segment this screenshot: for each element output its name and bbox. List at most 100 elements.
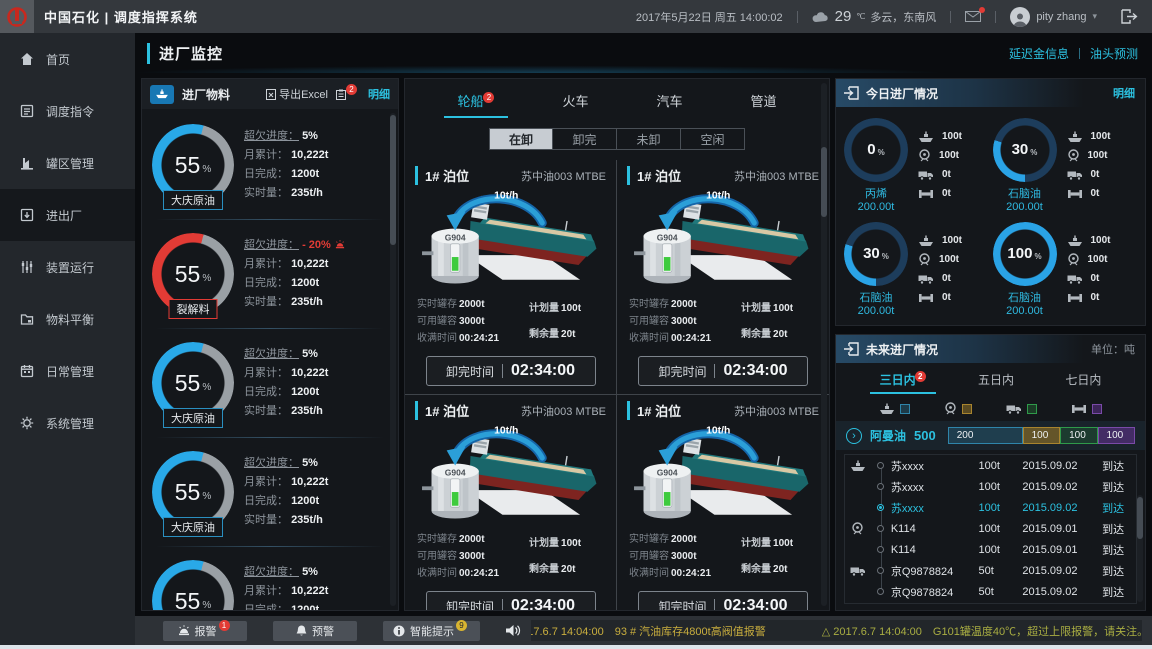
export-excel-label: 导出Excel — [279, 86, 328, 102]
arrival-row[interactable]: 京Q9878824 50t 2015.09.02 到达 — [845, 581, 1136, 602]
sidebar-item-system[interactable]: 系统管理 — [0, 397, 135, 449]
tab-3days-badge: 2 — [915, 371, 926, 382]
material-progress-gauge: 55% 大庆原油 — [152, 560, 234, 610]
day-value: 1200t — [291, 495, 319, 507]
alarm-button[interactable]: 报警 1 — [163, 621, 247, 641]
report-button[interactable]: 2 — [336, 89, 360, 100]
oil-head-forecast-link[interactable]: 油头预测 — [1090, 45, 1138, 62]
today-detail-link[interactable]: 明细 — [1113, 85, 1135, 101]
material-item[interactable]: 55% 大庆原油 超欠进度： 5% 月累计： 10,222t 日完成： 1200… — [152, 331, 388, 435]
sidebar-item-balance[interactable]: 物料平衡 — [0, 293, 135, 345]
tab-7days[interactable]: 七日内 — [1065, 371, 1101, 394]
materials-tools: 导出Excel 2 明细 — [266, 86, 390, 102]
gauge-transport-stats: 100t 100t 0t 0t — [1067, 127, 1111, 203]
tab-3days[interactable]: 三日内2 — [880, 371, 927, 394]
future-panel-title: 未来进厂情况 — [866, 341, 938, 358]
arrival-row[interactable]: 苏xxxx 100t 2015.09.02 到达 — [845, 455, 1136, 476]
export-excel-button[interactable]: 导出Excel — [266, 86, 328, 102]
material-item[interactable]: 55% 大庆原油 超欠进度： 5% 月累计： 10,222t 日完成： 1200… — [152, 440, 388, 544]
material-item[interactable]: 55% 裂解料 超欠进度： - 20% 月累计： 10,222t 日完成： 12… — [152, 222, 388, 326]
smart-tips-button[interactable]: 智能提示 9 — [383, 621, 480, 641]
gauge-transport-stats: 100t 100t 0t 0t — [918, 127, 962, 203]
monitor-scrollbar-thumb[interactable] — [821, 147, 827, 217]
filter-idle[interactable]: 空闲 — [681, 128, 745, 150]
material-stats: 超欠进度： 5% 月累计： 10,222t 日完成： 1200t 实时量： 23… — [244, 454, 328, 530]
arrival-row[interactable]: 苏xxxx 100t 2015.09.02 到达 — [845, 497, 1136, 518]
stat-value: 00:24:21 — [459, 566, 499, 581]
berth-card[interactable]: 1# 泊位 苏中油003 MTBE — [405, 160, 617, 395]
logout-icon[interactable] — [1121, 9, 1138, 24]
tab-pipeline[interactable]: 管道 — [751, 91, 777, 118]
sinopec-logo-icon — [6, 6, 28, 28]
stat-value: 2000t — [459, 532, 499, 547]
materials-scrollbar-thumb[interactable] — [390, 115, 396, 245]
stat-value: 00:24:21 — [459, 331, 499, 346]
berth-card[interactable]: 1# 泊位 苏中油003 MTBE — [617, 395, 829, 611]
future-scrollbar-thumb[interactable] — [1137, 497, 1143, 539]
gauge-percent: 55 — [175, 479, 201, 506]
day-value: 1200t — [291, 277, 319, 289]
alarm-lamp-icon — [335, 240, 345, 249]
filter-not-unloaded[interactable]: 未卸 — [617, 128, 681, 150]
divider — [156, 546, 384, 547]
in-out-icon — [20, 208, 34, 222]
tank-stats-table: 实时罐存2000t 可用罐容3000t 收满时间00:24:21 — [627, 295, 713, 348]
ship-icon — [850, 460, 866, 472]
materials-panel-header: 进厂物料 导出Excel 2 明细 — [142, 79, 398, 109]
percent-sign: % — [202, 491, 211, 502]
plan-value: 100t — [773, 297, 793, 321]
arrival-row[interactable]: K114 100t 2015.09.01 到达 — [845, 539, 1136, 560]
filter-unloaded[interactable]: 卸完 — [553, 128, 617, 150]
stat-value: 3000t — [671, 314, 711, 329]
tab-train[interactable]: 火车 — [562, 91, 588, 118]
material-item[interactable]: 55% 大庆原油 超欠进度： 5% 月累计： 10,222t 日完成： 1200… — [152, 113, 388, 217]
unload-time-button[interactable]: 卸完时间 02:34:00 — [426, 356, 596, 386]
sidebar-item-tankfarm[interactable]: 罐区管理 — [0, 137, 135, 189]
unload-time-button[interactable]: 卸完时间 02:34:00 — [638, 591, 808, 611]
unload-time-button[interactable]: 卸完时间 02:34:00 — [426, 591, 596, 611]
material-item[interactable]: 55% 大庆原油 超欠进度： 5% 月累计： 10,222t 日完成： 1200… — [152, 549, 388, 610]
pipeline-amount: 0t — [1091, 184, 1100, 203]
sidebar-item-label: 进出厂 — [46, 207, 82, 224]
arrival-row[interactable]: 京Q9878824 50t 2015.09.02 到达 — [845, 560, 1136, 581]
gauge-value: 100% — [993, 222, 1057, 286]
unload-time-button[interactable]: 卸完时间 02:34:00 — [638, 356, 808, 386]
month-label: 月累计： — [244, 258, 288, 270]
filter-unloading[interactable]: 在卸 — [489, 128, 553, 150]
unload-time-label: 卸完时间 — [658, 363, 706, 380]
divider — [156, 437, 384, 438]
month-value: 10,222t — [291, 476, 328, 488]
sidebar-item-units[interactable]: 装置运行 — [0, 241, 135, 293]
timeline-dot-cell — [871, 504, 891, 511]
sidebar-item-inout[interactable]: 进出厂 — [0, 189, 135, 241]
warning-button[interactable]: 预警 — [273, 621, 357, 641]
user-menu[interactable]: pity zhang ▾ — [1010, 7, 1097, 27]
future-summary-row: › 阿曼油 500 200 100 100 100 — [836, 421, 1145, 450]
stat-label: 收满时间 — [629, 566, 669, 581]
today-gauges: 0% 丙烯 200.00t 100t 100t 0t 0t 30% 石脑油 20… — [836, 107, 1145, 325]
arrival-row[interactable]: K114 100t 2015.09.01 到达 — [845, 518, 1136, 539]
arrival-status: 到达 — [1102, 458, 1136, 474]
tab-5days[interactable]: 五日内 — [978, 371, 1014, 394]
berth-card[interactable]: 1# 泊位 苏中油003 MTBE — [617, 160, 829, 395]
expand-icon[interactable]: › — [846, 428, 862, 444]
gauge-percent: 55 — [175, 588, 201, 611]
plan-stats-table: 计划量100t 剩余量20t — [527, 295, 583, 348]
stat-value: 2000t — [671, 297, 711, 312]
speaker-icon[interactable] — [506, 624, 521, 637]
percent-sign: % — [878, 148, 885, 157]
berth-stats: 实时罐存2000t 可用罐容3000t 收满时间00:24:21 计划量100t… — [627, 295, 819, 348]
sidebar-item-daily[interactable]: 日常管理 — [0, 345, 135, 397]
delay-fee-link[interactable]: 延迟金信息 — [1009, 45, 1069, 62]
tab-ship[interactable]: 轮船2 — [457, 91, 494, 118]
gauge-value: 55% — [152, 560, 234, 610]
sidebar-item-home[interactable]: 首页 — [0, 33, 135, 85]
stat-label: 可用罐容 — [629, 314, 669, 329]
sidebar-item-dispatch[interactable]: 调度指令 — [0, 85, 135, 137]
materials-detail-link[interactable]: 明细 — [368, 86, 390, 102]
mail-button[interactable] — [965, 11, 981, 22]
tab-truck[interactable]: 汽车 — [657, 91, 683, 118]
report-badge: 2 — [346, 84, 357, 95]
arrival-row[interactable]: 苏xxxx 100t 2015.09.02 到达 — [845, 476, 1136, 497]
berth-card[interactable]: 1# 泊位 苏中油003 MTBE — [405, 395, 617, 611]
